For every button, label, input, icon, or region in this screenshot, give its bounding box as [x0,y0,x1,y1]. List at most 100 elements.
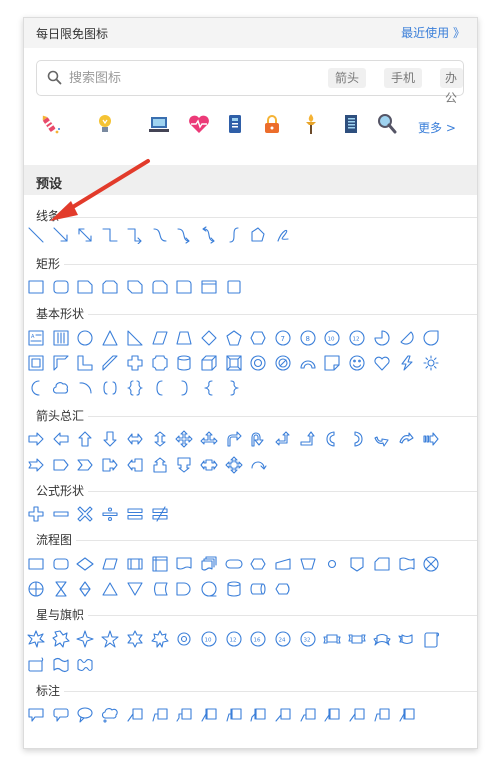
laptop-icon[interactable] [147,112,171,136]
tag-arrows[interactable]: 箭头 [328,68,367,88]
chevron-icon[interactable] [76,456,94,474]
diag-stripe-icon[interactable] [101,354,119,372]
fc-alt-process-icon[interactable] [52,555,70,573]
search-input[interactable] [67,68,271,88]
fc-direct-access-icon[interactable] [249,580,267,598]
smiley-icon[interactable] [348,354,366,372]
down-arrow-callout-icon[interactable] [175,456,193,474]
snip-round-rect-icon[interactable] [151,278,169,296]
fc-data-icon[interactable] [101,555,119,573]
right-arrow-callout-icon[interactable] [101,456,119,474]
horizontal-scroll-icon[interactable] [27,656,45,674]
fc-display-icon[interactable] [274,580,292,598]
cloud-icon[interactable] [52,379,70,397]
right-brace-icon[interactable] [225,379,243,397]
round-rect-icon[interactable] [52,278,70,296]
star6-icon[interactable] [126,630,144,648]
callout-line1-icon[interactable] [126,706,144,724]
l-shape-icon[interactable] [76,354,94,372]
vtextbox-icon[interactable] [52,329,70,347]
plus-icon[interactable] [27,505,45,523]
fc-card-icon[interactable] [373,555,391,573]
bent-up-arrow-icon[interactable] [299,430,317,448]
fc-punched-tape-icon[interactable] [398,555,416,573]
elbow-arrow-icon[interactable] [126,226,144,244]
fc-extract-icon[interactable] [101,580,119,598]
fc-predefined-icon[interactable] [126,555,144,573]
fc-terminator-icon[interactable] [225,555,243,573]
lr-arrow-callout-icon[interactable] [200,456,218,474]
sun-icon[interactable] [422,354,440,372]
fc-manual-op-icon[interactable] [299,555,317,573]
fc-preparation-icon[interactable] [249,555,267,573]
fc-decision-icon[interactable] [76,555,94,573]
star24-icon[interactable]: 24 [274,630,292,648]
curved-down-arrow-icon[interactable] [398,430,416,448]
textbox-icon[interactable]: A [27,329,45,347]
elbow-icon[interactable] [101,226,119,244]
callout-rect-icon[interactable] [27,706,45,724]
round1-rect-icon[interactable] [175,278,193,296]
callout-border1-icon[interactable] [274,706,292,724]
cross-icon[interactable] [126,354,144,372]
callout-line2-icon[interactable] [151,706,169,724]
snip1-rect-icon[interactable] [76,278,94,296]
equal-icon[interactable] [126,505,144,523]
double-bracket-icon[interactable] [101,379,119,397]
left-up-arrow-icon[interactable] [274,430,292,448]
fc-offpage-icon[interactable] [348,555,366,573]
callout-line3-icon[interactable] [175,706,193,724]
fc-delay-icon[interactable] [175,580,193,598]
wave-icon[interactable] [52,656,70,674]
callout-accent3-icon[interactable] [249,706,267,724]
callout-line1-icon[interactable] [348,706,366,724]
callout-oval-icon[interactable] [76,706,94,724]
curved-ribbon-up-icon[interactable] [373,630,391,648]
round2-rect-icon[interactable] [200,278,218,296]
callout-cloud-icon[interactable] [101,706,119,724]
notched-right-arrow-icon[interactable] [27,456,45,474]
round-diag-rect-icon[interactable] [225,278,243,296]
star10-icon[interactable]: 10 [200,630,218,648]
s-curve-icon[interactable] [225,226,243,244]
callout-accent2-icon[interactable] [225,706,243,724]
search-box[interactable]: 箭头 手机 办公 [36,60,464,105]
quad-arrow-callout-icon[interactable] [225,456,243,474]
double-brace-icon[interactable] [126,379,144,397]
fc-summing-icon[interactable] [422,555,440,573]
rect-icon[interactable] [27,278,45,296]
divide-icon[interactable] [101,505,119,523]
striped-right-arrow-icon[interactable] [422,430,440,448]
down-arrow-icon[interactable] [101,430,119,448]
snip2-rect-icon[interactable] [101,278,119,296]
diamond-icon[interactable] [200,329,218,347]
double-wave-icon[interactable] [76,656,94,674]
heart-icon[interactable] [373,354,391,372]
lr-arrow-icon[interactable] [126,430,144,448]
fc-internal-icon[interactable] [151,555,169,573]
left-brace-icon[interactable] [200,379,218,397]
tag-office[interactable]: 办公 [440,68,463,105]
callout-round-rect-icon[interactable] [52,706,70,724]
fc-multidoc-icon[interactable] [200,555,218,573]
callout-line2-icon[interactable] [373,706,391,724]
dodecagon-icon[interactable]: 12 [348,329,366,347]
curve-double-icon[interactable] [200,226,218,244]
fc-collate-icon[interactable] [52,580,70,598]
fc-seq-access-icon[interactable] [200,580,218,598]
fc-stored-data-icon[interactable] [151,580,169,598]
star32-icon[interactable]: 32 [299,630,317,648]
fc-merge-icon[interactable] [126,580,144,598]
star-explosion1-icon[interactable] [27,630,45,648]
moon-icon[interactable] [27,379,45,397]
pie-icon[interactable] [373,329,391,347]
freeform-icon[interactable] [249,226,267,244]
fc-connector-icon[interactable] [323,555,341,573]
right-triangle-icon[interactable] [126,329,144,347]
up-arrow-icon[interactable] [76,430,94,448]
lock-icon[interactable] [260,112,284,136]
left-arrow-icon[interactable] [52,430,70,448]
fc-sort-icon[interactable] [76,580,94,598]
u-turn-arrow-icon[interactable] [249,430,267,448]
up-arrow-callout-icon[interactable] [151,456,169,474]
